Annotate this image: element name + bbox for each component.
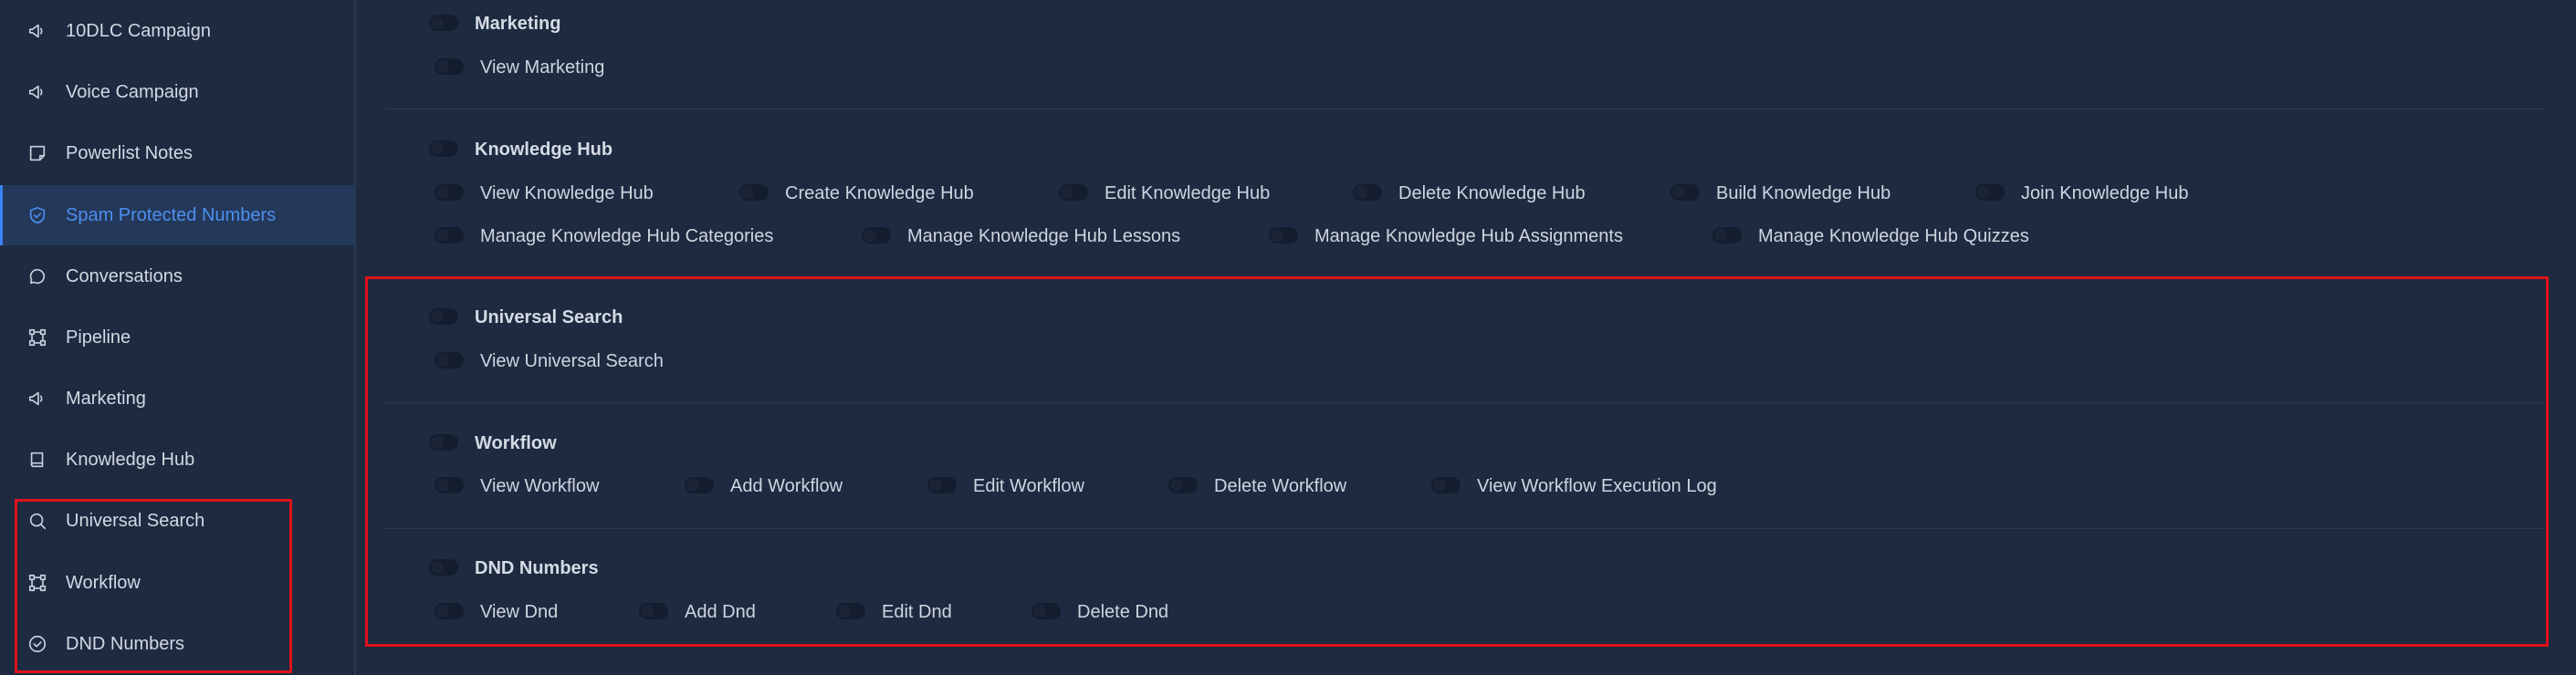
toggle-view-knowledge-hub[interactable] bbox=[435, 184, 464, 201]
marketing-section-toggle[interactable] bbox=[429, 15, 458, 31]
toggle-create-knowledge-hub[interactable] bbox=[739, 184, 769, 201]
content-highlight-box bbox=[365, 276, 2549, 647]
sidebar-highlight-box bbox=[15, 499, 292, 673]
sidebar-item-label: Conversations bbox=[66, 265, 183, 286]
megaphone-icon bbox=[27, 389, 47, 409]
sidebar-item-knowledge-hub[interactable]: Knowledge Hub bbox=[0, 430, 354, 490]
book-icon bbox=[27, 450, 47, 470]
app-root: 10DLC Campaign Voice Campaign Powerlist … bbox=[0, 0, 2576, 675]
shield-check-icon bbox=[27, 205, 47, 225]
toggle-manage-knowledge-hub-quizzes[interactable] bbox=[1712, 227, 1742, 244]
megaphone-icon bbox=[27, 21, 47, 41]
perm-label-manage-knowledge-hub-quizzes: Manage Knowledge Hub Quizzes bbox=[1758, 226, 2029, 246]
toggle-view-marketing[interactable] bbox=[435, 58, 464, 75]
perm-label-view-marketing: View Marketing bbox=[480, 57, 605, 78]
sidebar-item-spam-protected-numbers[interactable]: Spam Protected Numbers bbox=[0, 185, 354, 245]
sidebar-item-label: Pipeline bbox=[66, 327, 131, 348]
perm-label-manage-knowledge-hub-assignments: Manage Knowledge Hub Assignments bbox=[1314, 226, 1623, 246]
sidebar-item-powerlist-notes[interactable]: Powerlist Notes bbox=[0, 123, 354, 183]
section-title-marketing: Marketing bbox=[475, 14, 561, 34]
perm-label-view-knowledge-hub: View Knowledge Hub bbox=[480, 183, 654, 203]
toggle-manage-knowledge-hub-categories[interactable] bbox=[435, 227, 464, 244]
toggle-edit-knowledge-hub[interactable] bbox=[1059, 184, 1088, 201]
section-title-knowledge-hub: Knowledge Hub bbox=[475, 140, 613, 160]
sidebar-item-label: Marketing bbox=[66, 388, 146, 409]
toggle-build-knowledge-hub[interactable] bbox=[1670, 184, 1700, 201]
sidebar-item-label: Spam Protected Numbers bbox=[66, 204, 277, 225]
toggle-manage-knowledge-hub-lessons[interactable] bbox=[862, 227, 891, 244]
perm-label-delete-knowledge-hub: Delete Knowledge Hub bbox=[1398, 183, 1586, 203]
perm-label-join-knowledge-hub: Join Knowledge Hub bbox=[2021, 183, 2189, 203]
perm-label-build-knowledge-hub: Build Knowledge Hub bbox=[1716, 183, 1891, 203]
megaphone-icon bbox=[27, 82, 47, 102]
toggle-delete-knowledge-hub[interactable] bbox=[1353, 184, 1382, 201]
perm-label-edit-knowledge-hub: Edit Knowledge Hub bbox=[1105, 183, 1271, 203]
sidebar-item-voice-campaign[interactable]: Voice Campaign bbox=[0, 62, 354, 122]
note-icon bbox=[27, 143, 47, 163]
sidebar-item-label: 10DLC Campaign bbox=[66, 20, 211, 41]
perm-label-manage-knowledge-hub-categories: Manage Knowledge Hub Categories bbox=[480, 226, 774, 246]
sidebar-item-10dlc-campaign[interactable]: 10DLC Campaign bbox=[0, 1, 354, 61]
chat-bubble-icon bbox=[27, 266, 47, 286]
sidebar-item-marketing[interactable]: Marketing bbox=[0, 369, 354, 429]
pipeline-icon bbox=[27, 327, 47, 348]
sidebar-item-label: Knowledge Hub bbox=[66, 449, 195, 470]
knowledge-hub-section-toggle[interactable] bbox=[429, 140, 458, 157]
sidebar-item-label: Voice Campaign bbox=[66, 81, 199, 102]
perm-label-create-knowledge-hub: Create Knowledge Hub bbox=[785, 183, 974, 203]
sidebar-item-conversations[interactable]: Conversations bbox=[0, 246, 354, 306]
sidebar-item-pipeline[interactable]: Pipeline bbox=[0, 307, 354, 368]
toggle-join-knowledge-hub[interactable] bbox=[1975, 184, 2005, 201]
sidebar-item-label: Powerlist Notes bbox=[66, 142, 193, 163]
perm-label-manage-knowledge-hub-lessons: Manage Knowledge Hub Lessons bbox=[907, 226, 1181, 246]
toggle-manage-knowledge-hub-assignments[interactable] bbox=[1269, 227, 1298, 244]
